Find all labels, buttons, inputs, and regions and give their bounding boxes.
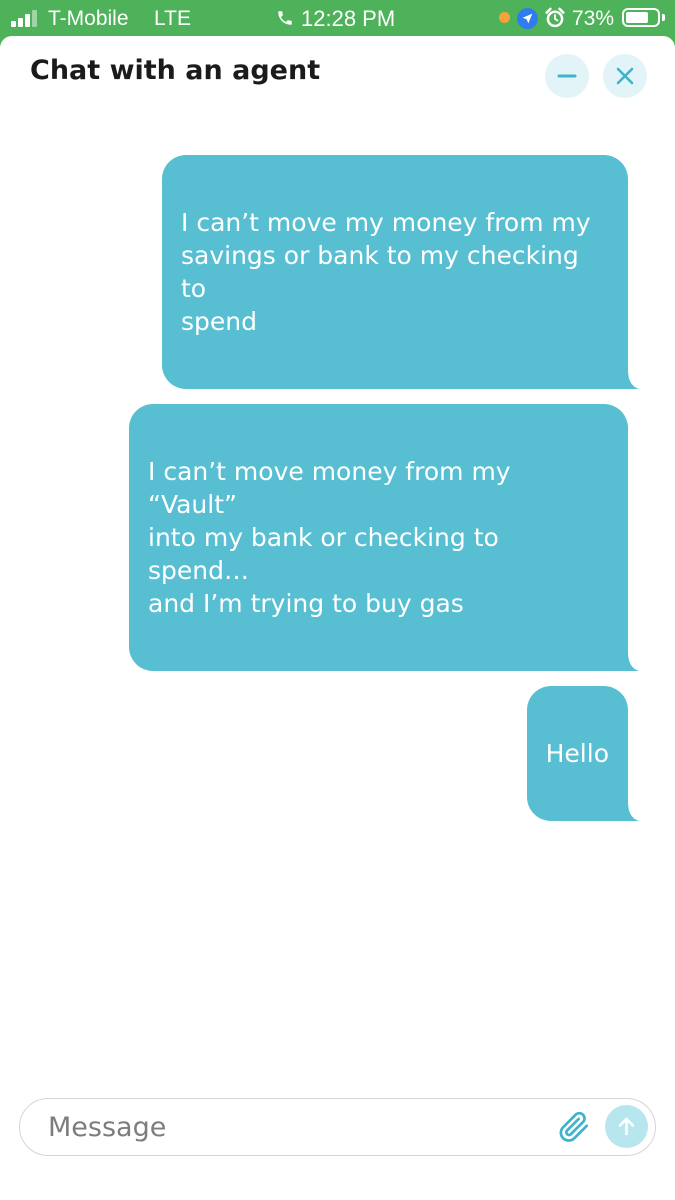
battery-fill xyxy=(626,12,648,23)
chat-title: Chat with an agent xyxy=(30,55,321,86)
message-text: Hello xyxy=(545,739,609,768)
message-text: I can’t move my money from my savings or… xyxy=(181,208,591,336)
alarm-icon xyxy=(545,7,565,28)
message-bubble: I can’t move money from my “Vault” into … xyxy=(129,404,639,671)
close-icon xyxy=(616,67,634,85)
minimize-button[interactable] xyxy=(545,54,589,98)
paperclip-icon[interactable] xyxy=(556,1109,592,1145)
message-input[interactable] xyxy=(48,1109,548,1145)
message-text: I can’t move money from my “Vault” into … xyxy=(148,457,511,618)
message-bubble: Hello xyxy=(526,686,639,821)
message-list: I can’t move my money from my savings or… xyxy=(0,155,675,836)
location-arrow-icon xyxy=(517,8,538,29)
minus-icon xyxy=(557,74,577,78)
message-row: I can’t move my money from my savings or… xyxy=(0,155,675,389)
signal-icon xyxy=(11,10,41,27)
bubble-tail xyxy=(617,801,639,821)
recording-dot xyxy=(499,12,510,23)
status-time: 12:28 PM xyxy=(301,6,396,31)
phone-call-icon xyxy=(278,11,292,25)
battery-nub xyxy=(662,14,665,21)
message-row: I can’t move money from my “Vault” into … xyxy=(0,404,675,671)
carrier-name: T-Mobile xyxy=(48,7,129,30)
battery-icon xyxy=(622,8,660,27)
status-bar: T-Mobile LTE 12:28 PM 73% xyxy=(0,0,675,36)
network-type: LTE xyxy=(154,7,191,30)
message-bubble: I can’t move my money from my savings or… xyxy=(162,155,639,389)
close-button[interactable] xyxy=(603,54,647,98)
chat-sheet: Chat with an agent I can’t move my money… xyxy=(0,36,675,1200)
bubble-tail xyxy=(617,651,639,671)
battery-percent: 73% xyxy=(572,7,615,30)
message-row: Hello xyxy=(0,686,675,821)
arrow-up-icon xyxy=(618,1117,635,1136)
send-button[interactable] xyxy=(605,1105,648,1148)
bubble-tail xyxy=(617,369,639,389)
message-composer xyxy=(19,1098,656,1156)
